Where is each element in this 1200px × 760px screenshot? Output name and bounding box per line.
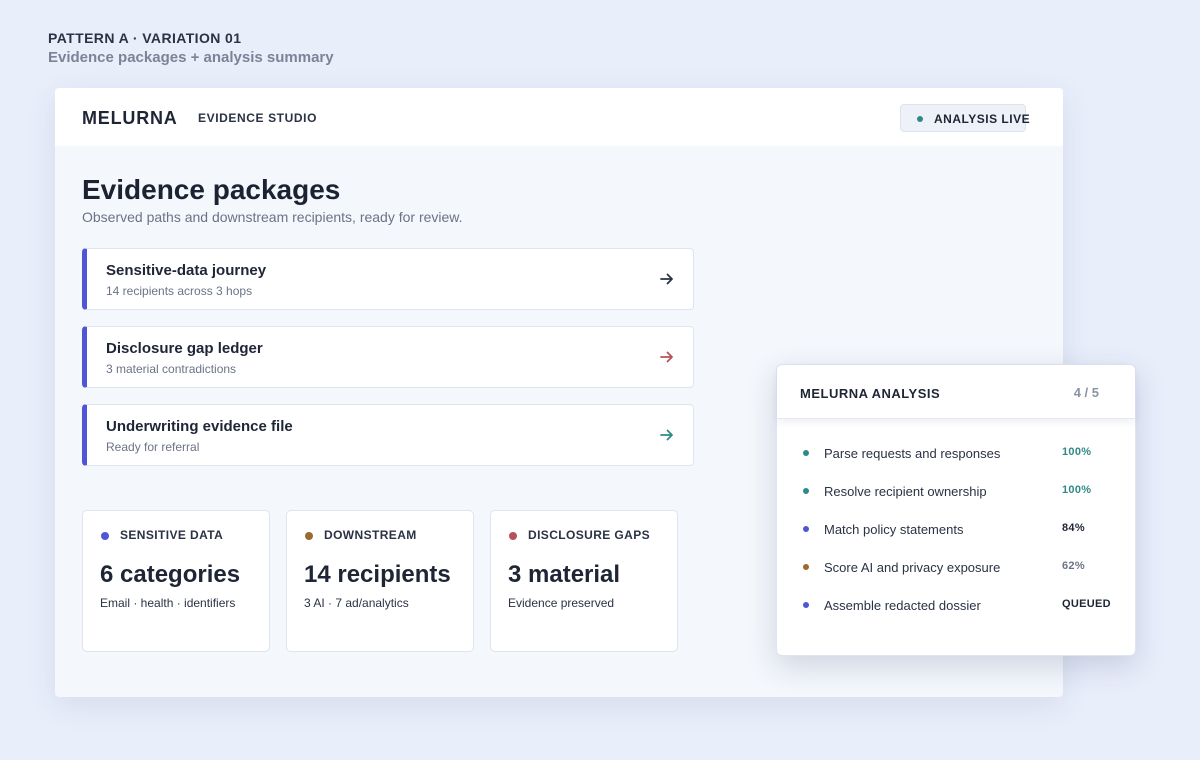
package-subtitle: Ready for referral — [106, 440, 200, 454]
live-status-dot-icon — [917, 116, 923, 122]
analysis-step: Assemble redacted dossier QUEUED — [777, 592, 1135, 622]
step-status: 100% — [1062, 484, 1092, 496]
package-title: Underwriting evidence file — [106, 418, 293, 435]
analysis-step: Parse requests and responses 100% — [777, 440, 1135, 470]
stat-note: Evidence preserved — [508, 596, 615, 610]
analysis-live-badge[interactable]: ANALYSIS LIVE — [900, 104, 1030, 132]
nav-evidence-studio[interactable]: EVIDENCE STUDIO — [198, 111, 317, 125]
step-label: Parse requests and responses — [824, 446, 1001, 461]
stat-note: 3 AI · 7 ad/analytics — [304, 596, 409, 610]
stat-value: 3 material — [508, 561, 621, 588]
step-label: Match policy statements — [824, 522, 964, 537]
pattern-label: PATTERN A · VARIATION 01 — [48, 30, 242, 46]
stat-dot-icon — [101, 532, 109, 540]
stat-value: 6 categories — [100, 561, 241, 588]
analysis-panel: MELURNA ANALYSIS 4 / 5 Parse requests an… — [776, 364, 1136, 656]
package-card-sensitive-data-journey[interactable]: Sensitive-data journey 14 recipients acr… — [82, 248, 694, 310]
step-label: Assemble redacted dossier — [824, 598, 981, 613]
step-status: 62% — [1062, 560, 1085, 572]
step-status-dot-icon — [803, 526, 809, 532]
analysis-panel-title: MELURNA ANALYSIS — [800, 386, 941, 401]
stat-card-sensitive-data[interactable]: SENSITIVE DATA 6 categories Email · heal… — [82, 510, 270, 652]
stat-label: DOWNSTREAM — [324, 528, 417, 542]
package-title: Disclosure gap ledger — [106, 340, 263, 357]
top-bar: MELURNA EVIDENCE STUDIO ANALYSIS LIVE — [55, 88, 1063, 146]
stat-dot-icon — [509, 532, 517, 540]
package-card-underwriting-evidence-file[interactable]: Underwriting evidence file Ready for ref… — [82, 404, 694, 466]
step-status: 84% — [1062, 522, 1085, 534]
page-title: Evidence packages — [82, 174, 341, 205]
step-label: Resolve recipient ownership — [824, 484, 987, 499]
step-status: QUEUED — [1062, 598, 1111, 610]
stat-card-downstream[interactable]: DOWNSTREAM 14 recipients 3 AI · 7 ad/ana… — [286, 510, 474, 652]
step-status-dot-icon — [803, 564, 809, 570]
stat-label: DISCLOSURE GAPS — [528, 528, 651, 542]
analysis-progress-count: 4 / 5 — [1073, 385, 1099, 400]
arrow-right-icon[interactable] — [659, 271, 675, 287]
stat-value: 14 recipients — [304, 561, 451, 588]
stat-note: Email · health · identifiers — [100, 596, 236, 610]
analysis-step: Resolve recipient ownership 100% — [777, 478, 1135, 508]
arrow-right-icon[interactable] — [659, 427, 675, 443]
analysis-step: Score AI and privacy exposure 62% — [777, 554, 1135, 584]
package-card-disclosure-gap-ledger[interactable]: Disclosure gap ledger 3 material contrad… — [82, 326, 694, 388]
page-description: Observed paths and downstream recipients… — [82, 209, 463, 225]
package-subtitle: 14 recipients across 3 hops — [106, 284, 253, 298]
step-status-dot-icon — [803, 602, 809, 608]
step-status-dot-icon — [803, 488, 809, 494]
arrow-right-icon[interactable] — [659, 349, 675, 365]
package-subtitle: 3 material contradictions — [106, 362, 237, 376]
pattern-subtitle: Evidence packages + analysis summary — [48, 49, 334, 66]
step-label: Score AI and privacy exposure — [824, 560, 1001, 575]
analysis-panel-header: MELURNA ANALYSIS 4 / 5 — [777, 365, 1135, 419]
stat-label: SENSITIVE DATA — [120, 528, 224, 542]
analysis-step: Match policy statements 84% — [777, 516, 1135, 546]
stat-dot-icon — [305, 532, 313, 540]
package-title: Sensitive-data journey — [106, 262, 267, 279]
stat-card-disclosure-gaps[interactable]: DISCLOSURE GAPS 3 material Evidence pres… — [490, 510, 678, 652]
analysis-live-label: ANALYSIS LIVE — [934, 112, 1031, 126]
step-status-dot-icon — [803, 450, 809, 456]
brand-logo[interactable]: MELURNA — [82, 108, 178, 129]
step-status: 100% — [1062, 446, 1092, 458]
